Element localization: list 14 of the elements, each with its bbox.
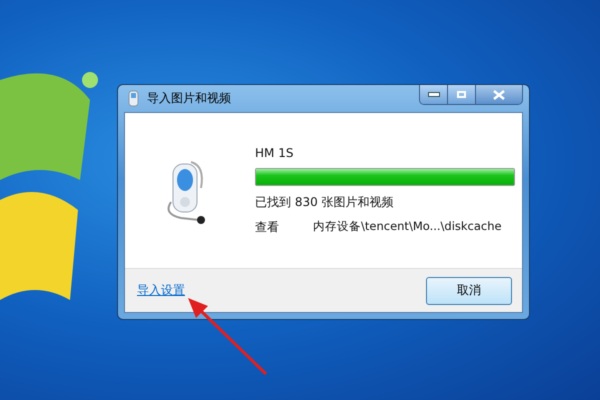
window-title: 导入图片和视频 (147, 90, 232, 107)
found-count-text: 已找到 830 张图片和视频 (255, 194, 395, 210)
folder-path: 内存设备\tencent\Mo...\diskcache (313, 218, 502, 234)
cancel-button[interactable]: 取消 (426, 276, 512, 304)
maximize-icon (457, 91, 466, 98)
import-settings-link[interactable]: 导入设置 (137, 282, 185, 299)
close-button[interactable] (476, 85, 522, 104)
device-name: HM 1S (255, 146, 294, 160)
minimize-icon (428, 92, 440, 97)
minimize-button[interactable] (420, 85, 448, 104)
media-player-icon (127, 90, 141, 108)
close-icon (493, 90, 505, 100)
maximize-button[interactable] (448, 85, 476, 104)
view-label: 查看 (255, 218, 279, 236)
